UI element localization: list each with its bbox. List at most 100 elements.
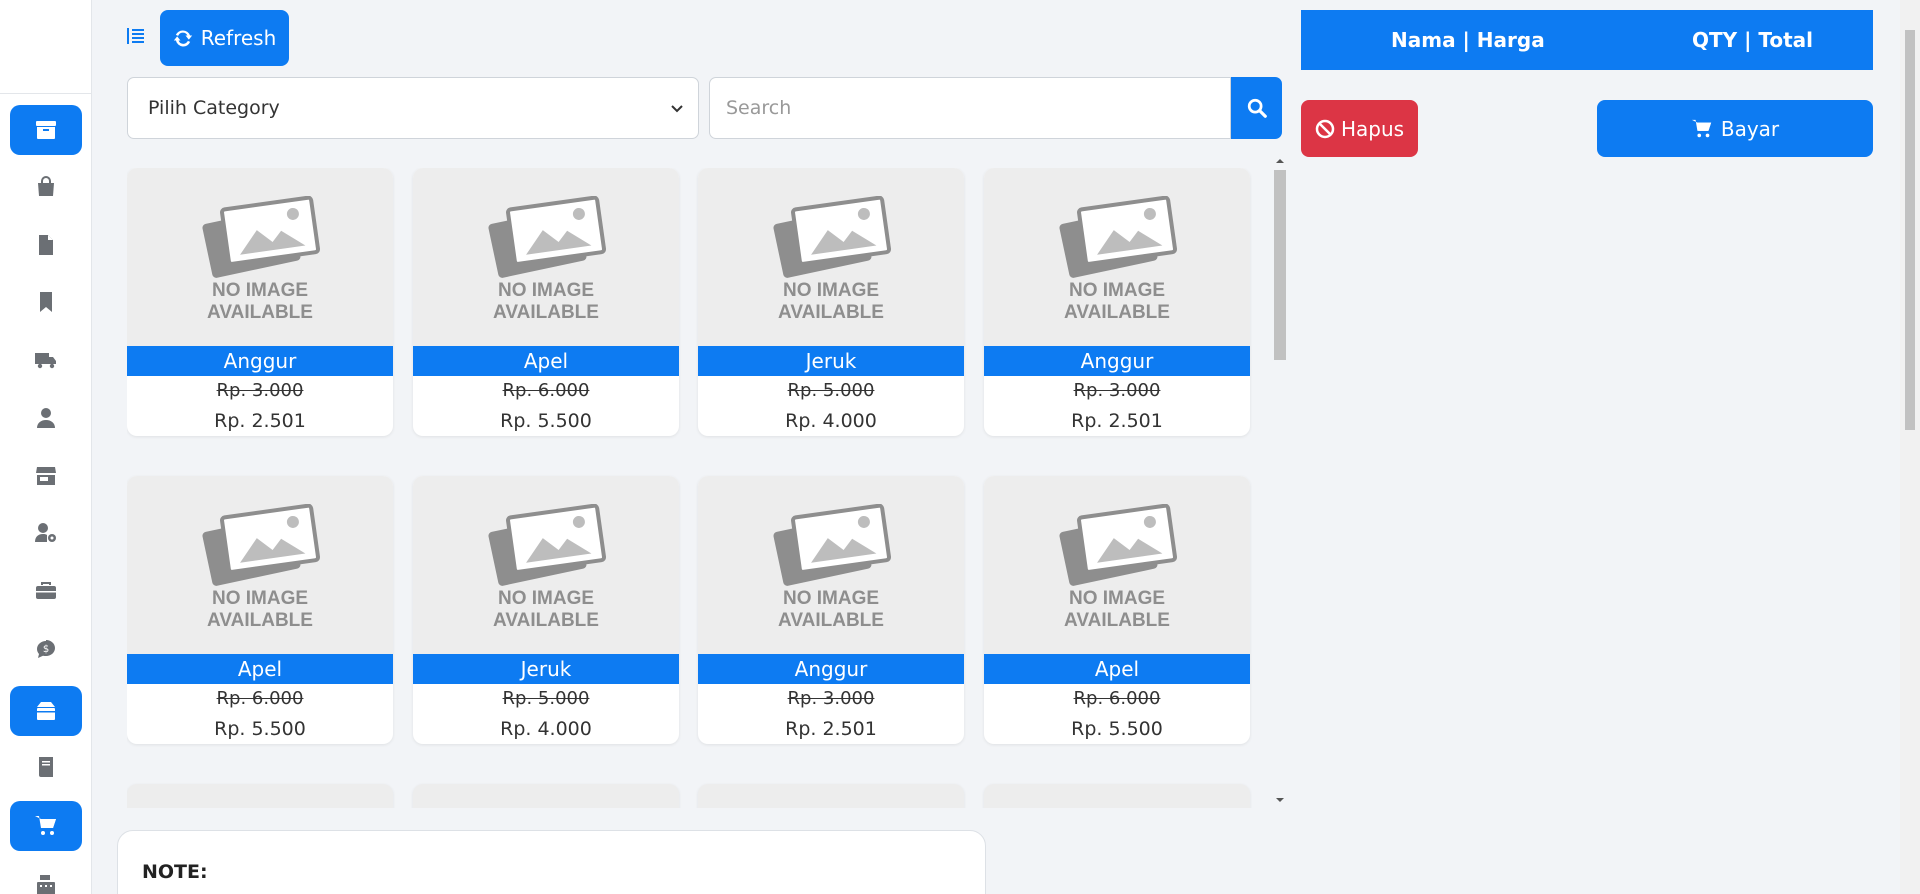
no-image-line2: AVAILABLE — [207, 302, 313, 323]
sidebar-item-user[interactable] — [10, 393, 82, 443]
sidebar-item-truck[interactable] — [10, 335, 82, 385]
product-price: Rp. 2.501 — [785, 718, 877, 740]
sidebar-item-bookmark[interactable] — [10, 277, 82, 327]
product-name: Jeruk — [698, 346, 964, 376]
search-input[interactable]: Search — [709, 77, 1231, 139]
cart-col-name-price: Nama | Harga — [1391, 28, 1545, 52]
scroll-up-arrow-icon[interactable] — [1275, 156, 1285, 166]
bookmark-icon — [40, 292, 52, 312]
sidebar-item-cash-register[interactable] — [10, 860, 82, 894]
chevron-down-icon — [671, 105, 683, 113]
product-price-old: Rp. 5.000 — [502, 688, 590, 709]
product-card[interactable]: NO IMAGE AVAILABLE Anggur Rp. 3.000 Rp. 2.50… — [698, 476, 964, 744]
product-image: NO IMAGE AVAILABLE — [984, 168, 1250, 346]
product-image: NO IMAGE AVAILABLE — [698, 168, 964, 346]
no-image-line2: AVAILABLE — [1064, 302, 1170, 323]
menu-toggle-button[interactable] — [125, 25, 147, 47]
product-grid-scroll-thumb[interactable] — [1274, 170, 1286, 360]
product-card[interactable]: NO IMAGE AVAILABLE Anggur Rp. 3.000 Rp. 2.50… — [127, 168, 393, 436]
search-group: Search — [709, 77, 1282, 139]
product-card[interactable]: NO IMAGE AVAILABLE Anggur Rp. 3.000 Rp. 2.50… — [984, 168, 1250, 436]
cart-icon — [35, 816, 56, 835]
no-image-placeholder-icon: NO IMAGEAVAILABLE — [773, 504, 892, 631]
search-placeholder: Search — [726, 97, 792, 119]
product-price: Rp. 5.500 — [500, 410, 592, 432]
product-card-partial[interactable] — [127, 784, 393, 808]
menu-list-icon — [127, 28, 144, 44]
no-image-line1: NO IMAGE — [1069, 280, 1165, 301]
product-price: Rp. 2.501 — [1071, 410, 1163, 432]
no-image-placeholder-icon: NO IMAGEAVAILABLE — [202, 504, 321, 631]
product-card[interactable]: NO IMAGE AVAILABLE Apel Rp. 6.000 Rp. 5.500 — [127, 476, 393, 744]
product-card[interactable]: NO IMAGE AVAILABLE Apel Rp. 6.000 Rp. 5.500 — [984, 476, 1250, 744]
cart-col-qty-total: QTY | Total — [1692, 28, 1813, 52]
no-image-line1: NO IMAGE — [498, 280, 594, 301]
sidebar-item-products[interactable] — [10, 686, 82, 736]
no-image-line1: NO IMAGE — [783, 280, 879, 301]
product-price-old: Rp. 6.000 — [1073, 688, 1161, 709]
product-price-old: Rp. 3.000 — [787, 688, 875, 709]
product-image: NO IMAGE AVAILABLE — [413, 476, 679, 654]
no-image-line2: AVAILABLE — [493, 610, 599, 631]
clear-cart-button[interactable]: Hapus — [1301, 100, 1418, 157]
sidebar-item-book[interactable] — [10, 742, 82, 792]
refresh-icon — [173, 30, 192, 47]
no-image-line1: NO IMAGE — [212, 280, 308, 301]
cart-header: Nama | Harga QTY | Total — [1301, 10, 1873, 70]
product-price: Rp. 4.000 — [785, 410, 877, 432]
page-scrollbar[interactable] — [1900, 0, 1920, 894]
toolbox-icon — [36, 582, 56, 599]
note-label: NOTE: — [142, 861, 208, 883]
product-card[interactable]: NO IMAGE AVAILABLE Apel Rp. 6.000 Rp. 5.500 — [413, 168, 679, 436]
product-card[interactable]: NO IMAGE AVAILABLE Jeruk Rp. 5.000 Rp. 4.000 — [413, 476, 679, 744]
product-name: Anggur — [127, 346, 393, 376]
product-image: NO IMAGE AVAILABLE — [413, 168, 679, 346]
no-image-placeholder-icon: NO IMAGEAVAILABLE — [1059, 196, 1178, 323]
sidebar-item-shopping-bag[interactable] — [10, 162, 82, 212]
product-card[interactable]: NO IMAGE AVAILABLE Jeruk Rp. 5.000 Rp. 4.000 — [698, 168, 964, 436]
sidebar-item-store[interactable] — [10, 451, 82, 501]
no-image-line1: NO IMAGE — [783, 588, 879, 609]
product-grid: NO IMAGE AVAILABLE Anggur Rp. 3.000 Rp. 2.50… — [127, 168, 1252, 808]
sidebar-item-file[interactable] — [10, 220, 82, 270]
sidebar-item-cart[interactable] — [10, 801, 82, 851]
no-image-line2: AVAILABLE — [778, 302, 884, 323]
refresh-button[interactable]: Refresh — [160, 10, 289, 66]
no-image-placeholder-icon: NO IMAGEAVAILABLE — [202, 196, 321, 323]
pay-label: Bayar — [1720, 116, 1780, 141]
no-image-line1: NO IMAGE — [212, 588, 308, 609]
scroll-down-arrow-icon[interactable] — [1275, 795, 1285, 805]
refresh-label: Refresh — [200, 26, 277, 50]
sidebar: $ — [0, 0, 92, 894]
product-card-partial[interactable] — [698, 784, 964, 808]
product-price-old: Rp. 6.000 — [502, 380, 590, 401]
product-price: Rp. 2.501 — [214, 410, 306, 432]
product-price-old: Rp. 3.000 — [216, 380, 304, 401]
no-image-line1: NO IMAGE — [498, 588, 594, 609]
product-image: NO IMAGE AVAILABLE — [698, 476, 964, 654]
product-image: NO IMAGE AVAILABLE — [127, 168, 393, 346]
sidebar-item-user-settings[interactable] — [10, 508, 82, 558]
sidebar-item-archive[interactable] — [10, 105, 82, 155]
product-name: Jeruk — [413, 654, 679, 684]
product-price: Rp. 5.500 — [1071, 718, 1163, 740]
product-card-partial[interactable] — [413, 784, 679, 808]
product-price-old: Rp. 5.000 — [787, 380, 875, 401]
search-button[interactable] — [1231, 77, 1282, 139]
shopping-bag-icon — [38, 176, 54, 196]
sidebar-item-finance[interactable]: $ — [10, 624, 82, 674]
product-name: Anggur — [984, 346, 1250, 376]
search-icon — [1247, 98, 1267, 118]
product-name: Anggur — [698, 654, 964, 684]
sidebar-item-toolbox[interactable] — [10, 566, 82, 616]
user-cog-icon — [35, 523, 56, 542]
dollar-comment-icon: $ — [37, 640, 55, 658]
product-card-partial[interactable] — [984, 784, 1250, 808]
truck-icon — [35, 353, 56, 369]
no-image-line2: AVAILABLE — [778, 610, 884, 631]
page-scroll-thumb[interactable] — [1905, 30, 1915, 430]
category-select[interactable]: Pilih Category — [127, 77, 699, 139]
product-price: Rp. 4.000 — [500, 718, 592, 740]
pay-button[interactable]: Bayar — [1597, 100, 1873, 157]
book-icon — [39, 757, 53, 777]
